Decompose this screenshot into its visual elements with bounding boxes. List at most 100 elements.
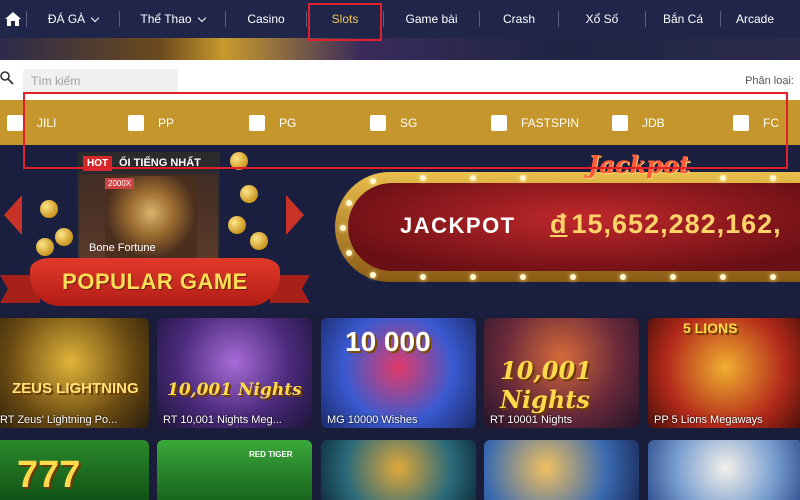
nav-item-label: Slots (331, 12, 359, 26)
game-tile[interactable]: 5 LIONS PP 5 Lions Megaways (648, 318, 800, 428)
game-art-text: 777 (17, 454, 81, 496)
search-icon[interactable] (0, 71, 14, 85)
game-art-text: RED TIGER (249, 450, 293, 459)
nav-item-label: Thể Thao (140, 12, 192, 26)
nav-item-ban-ca[interactable]: Bắn Cá (646, 0, 720, 38)
light-bulb (370, 178, 376, 184)
checkbox[interactable] (491, 115, 507, 131)
chevron-down-icon (197, 13, 206, 22)
filter-sg[interactable]: SG (370, 115, 417, 131)
checkbox[interactable] (370, 115, 386, 131)
light-bulb (470, 175, 476, 181)
featured-game-card[interactable]: 2000X HOT ỔI TIẾNG NHẤT Bone Fortune (77, 152, 220, 262)
nav-item-label: Bắn Cá (662, 12, 704, 26)
nav-item-slots[interactable]: Slots (307, 0, 383, 38)
nav-item-arcade[interactable]: Arcade (721, 0, 789, 38)
filter-jili[interactable]: JILI (7, 115, 56, 131)
light-bulb (346, 200, 352, 206)
coin-icon (230, 152, 248, 170)
light-bulb (420, 274, 426, 280)
multiplier-chip: 2000X (105, 178, 135, 189)
coin-icon (250, 232, 268, 250)
hot-badge: HOT (83, 156, 113, 171)
game-title: MG 10000 Wishes (327, 414, 418, 426)
filter-pp[interactable]: PP (128, 115, 174, 131)
checkbox[interactable] (249, 115, 265, 131)
filter-label: SG (400, 116, 418, 130)
popular-game-ribbon: POPULAR GAME (30, 258, 280, 306)
coin-icon (40, 200, 58, 218)
light-bulb (770, 274, 776, 280)
light-bulb (570, 274, 576, 280)
banner-strip (0, 38, 800, 60)
game-title: PP 5 Lions Megaways (654, 414, 763, 426)
light-bulb (720, 274, 726, 280)
filter-fastspin[interactable]: FASTSPIN (491, 115, 579, 131)
game-art-text: 5 LIONS (683, 320, 738, 336)
filter-label: JDB (642, 116, 665, 130)
checkbox[interactable] (7, 115, 23, 131)
nav-item-game-bai[interactable]: Game bài (384, 0, 479, 38)
top-nav: ĐÁ GÀ Thể Thao Casino Slots Game bài Cra… (0, 0, 800, 38)
light-bulb (770, 175, 776, 181)
jackpot-label: JACKPOT (400, 213, 516, 238)
game-tile[interactable]: 10 000 MG 10000 Wishes (321, 318, 476, 428)
coin-icon (240, 185, 258, 203)
game-art-text: 10,001 Nights (167, 380, 302, 400)
game-title: RT Zeus' Lightning Po... (0, 414, 118, 426)
light-bulb (670, 274, 676, 280)
light-bulb (346, 250, 352, 256)
home-button[interactable] (0, 0, 26, 38)
filter-label: FASTSPIN (521, 116, 580, 130)
nav-item-crash[interactable]: Crash (480, 0, 558, 38)
checkbox[interactable] (128, 115, 144, 131)
light-bulb (340, 225, 346, 231)
nav-item-casino[interactable]: Casino (226, 0, 306, 38)
jackpot-amount: đ 15,652,282,162, (550, 209, 782, 240)
search-input[interactable] (23, 69, 178, 93)
filter-fc[interactable]: FC (733, 115, 779, 131)
nav-item-da-ga[interactable]: ĐÁ GÀ (27, 0, 119, 38)
game-tile[interactable]: RED TIGER (157, 440, 312, 500)
featured-game-name: Bone Fortune (89, 242, 156, 254)
nav-item-label: Casino (247, 12, 285, 26)
nav-item-the-thao[interactable]: Thể Thao (120, 0, 225, 38)
nav-item-label: Xổ Số (585, 12, 619, 26)
game-art-text: 10 000 (345, 326, 431, 357)
category-label: Phân loại: (745, 75, 794, 87)
light-bulb (470, 274, 476, 280)
jackpot-script-title: Jackpot (588, 150, 691, 179)
light-bulb (620, 274, 626, 280)
game-title: RT 10,001 Nights Meg... (163, 414, 282, 426)
game-tile[interactable] (648, 440, 800, 500)
game-tile[interactable] (321, 440, 476, 500)
filter-label: PP (158, 116, 175, 130)
game-title: RT 10001 Nights (490, 414, 573, 426)
filter-jdb[interactable]: JDB (612, 115, 665, 131)
search-row: Phân loại: (0, 60, 800, 100)
nav-item-label: Game bài (405, 12, 458, 26)
provider-filter-bar: JILI PP PG SG FASTSPIN JDB FC (0, 100, 800, 145)
light-bulb (420, 175, 426, 181)
nav-item-xo-so[interactable]: Xổ Số (559, 0, 645, 38)
nav-item-label: ĐÁ GÀ (47, 12, 86, 26)
game-tile[interactable]: 777 (0, 440, 149, 500)
game-tile[interactable]: 10,001 Nights RT 10,001 Nights Meg... (157, 318, 312, 428)
game-tile[interactable]: 10,001 Nights RT 10001 Nights (484, 318, 639, 428)
filter-label: PG (279, 116, 297, 130)
home-icon (5, 12, 21, 26)
checkbox[interactable] (733, 115, 749, 131)
light-bulb (520, 175, 526, 181)
checkbox[interactable] (612, 115, 628, 131)
coin-icon (55, 228, 73, 246)
game-art-text: 10,001 Nights (500, 356, 592, 414)
chevron-down-icon (90, 13, 100, 22)
filter-label: FC (763, 116, 779, 130)
game-tile[interactable] (484, 440, 639, 500)
game-tile[interactable]: ZEUS LIGHTNING RT Zeus' Lightning Po... (0, 318, 149, 428)
jackpot-value: 15,652,282,162, (571, 209, 782, 239)
light-bulb (720, 175, 726, 181)
filter-pg[interactable]: PG (249, 115, 296, 131)
currency-symbol: đ (550, 209, 568, 239)
coin-icon (228, 216, 246, 234)
